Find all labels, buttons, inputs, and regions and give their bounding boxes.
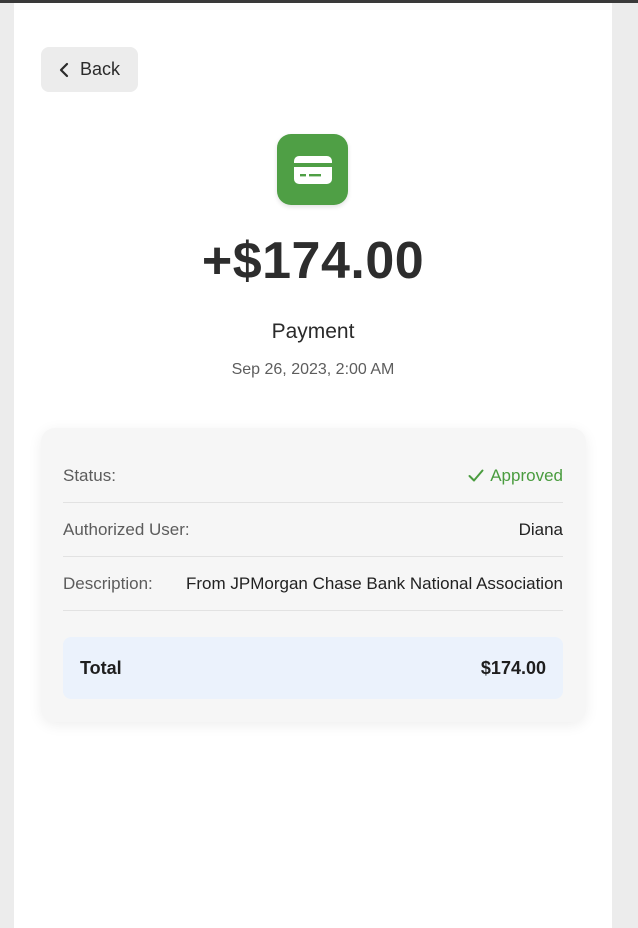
transaction-detail-panel: Back +$174.00 Payment Sep 26, 2023, 2:00… <box>14 3 612 928</box>
back-label: Back <box>80 59 121 79</box>
status-label: Status: <box>63 465 116 485</box>
authorized-user-value: Diana <box>518 519 563 539</box>
status-row: Status: Approved <box>63 449 563 503</box>
transaction-type: Payment <box>271 320 355 343</box>
status-value: Approved <box>468 466 563 486</box>
checkmark-icon <box>468 469 484 482</box>
description-label: Description: <box>63 573 153 593</box>
back-button[interactable]: Back <box>41 47 138 92</box>
authorized-user-label: Authorized User: <box>63 519 190 539</box>
total-row: Total $174.00 <box>63 637 563 699</box>
details-card: Status: Approved Authorized User: Diana … <box>41 428 586 722</box>
total-value: $174.00 <box>480 657 546 678</box>
authorized-user-row: Authorized User: Diana <box>63 503 563 557</box>
transaction-datetime: Sep 26, 2023, 2:00 AM <box>231 361 395 378</box>
status-text: Approved <box>490 465 563 485</box>
total-label: Total <box>80 657 122 678</box>
credit-card-icon <box>277 134 348 205</box>
description-value: From JPMorgan Chase Bank National Associ… <box>185 573 563 593</box>
chevron-left-icon <box>58 62 70 78</box>
transaction-amount: +$174.00 <box>201 232 425 290</box>
description-row: Description: From JPMorgan Chase Bank Na… <box>63 557 563 611</box>
